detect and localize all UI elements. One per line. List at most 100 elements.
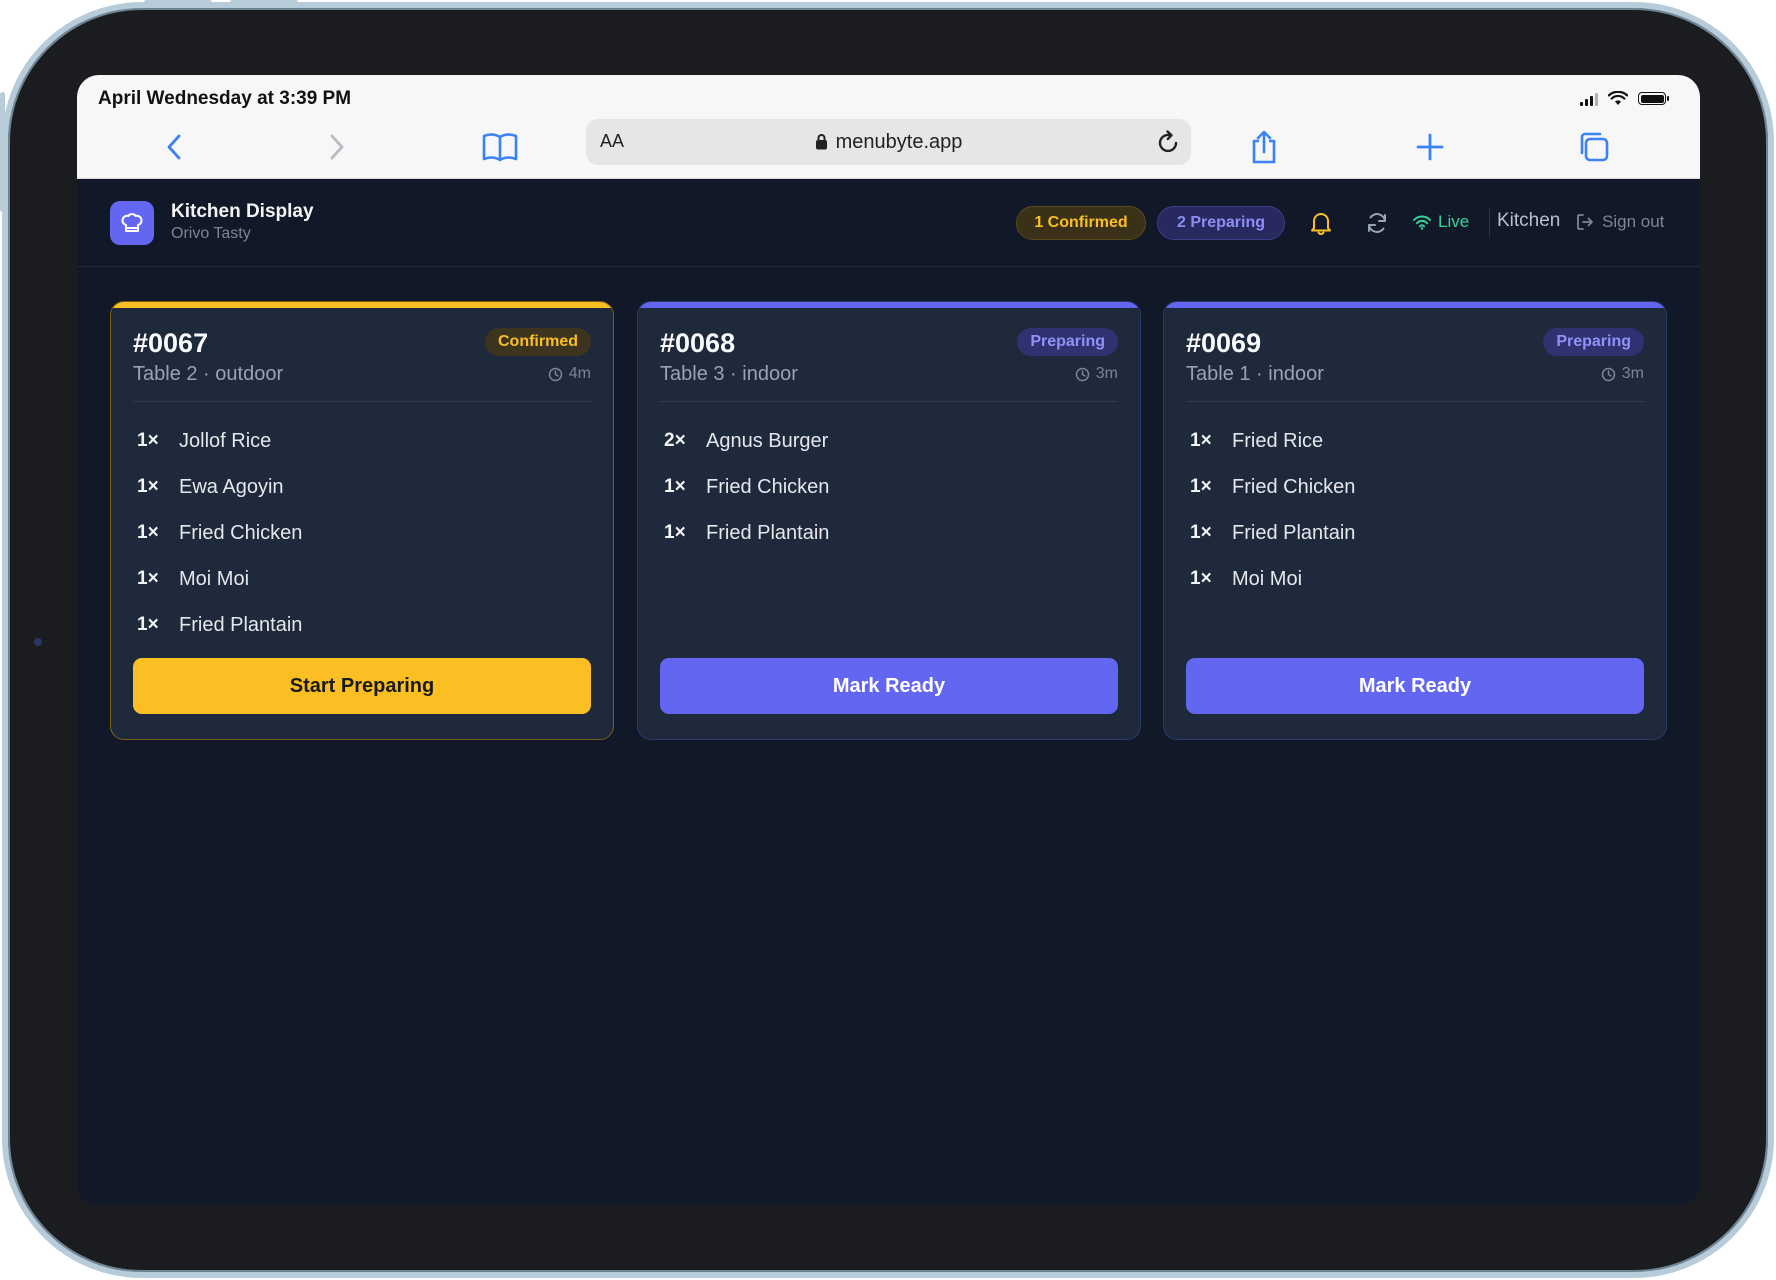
reload-icon[interactable] [1155, 129, 1181, 155]
chevron-right-icon [330, 134, 344, 160]
item-name: Moi Moi [179, 567, 250, 590]
confirmed-count-badge: 1 Confirmed [1016, 206, 1146, 240]
item-quantity: 1× [1190, 522, 1212, 543]
header-divider [1489, 209, 1490, 237]
address-bar[interactable]: AA menubyte.app [586, 119, 1191, 165]
item-name: Fried Chicken [179, 521, 303, 544]
order-card: #0067 Confirmed Table 2 · outdoor 4m 1× J… [110, 301, 614, 740]
station-label: Kitchen [1497, 210, 1561, 231]
mark-ready-button[interactable]: Mark Ready [1186, 658, 1644, 714]
item-name: Fried Plantain [706, 521, 830, 544]
volume-button [230, 0, 298, 5]
mark-ready-button[interactable]: Mark Ready [660, 658, 1118, 714]
url-display: menubyte.app [586, 131, 1191, 154]
order-item: 1× Moi Moi [1186, 556, 1644, 602]
item-name: Agnus Burger [706, 429, 829, 452]
new-tab-button[interactable] [1410, 127, 1450, 167]
order-item: 1× Jollof Rice [133, 418, 591, 464]
clock-icon [548, 367, 563, 381]
bell-icon[interactable] [1310, 211, 1332, 235]
divider [133, 401, 591, 402]
table-info: Table 3 · indoor [660, 363, 798, 385]
plus-icon [1416, 133, 1444, 161]
order-item: 1× Fried Chicken [133, 510, 591, 556]
live-label: Live [1438, 212, 1470, 231]
order-item: 1× Moi Moi [133, 556, 591, 602]
status-bar [1164, 302, 1666, 308]
status-bar-icons [1580, 91, 1669, 106]
live-status: Live [1412, 212, 1469, 232]
clock-icon [1601, 367, 1616, 381]
refresh-icon[interactable] [1365, 211, 1389, 235]
app-logo [110, 201, 154, 245]
clock-icon [1075, 367, 1090, 381]
share-icon [1252, 130, 1276, 164]
app-title: Kitchen Display [171, 201, 314, 222]
status-badge: Preparing [1543, 328, 1644, 356]
tabs-overview-button[interactable] [1574, 127, 1614, 167]
cellular-signal-icon [1580, 92, 1598, 106]
power-button [0, 92, 5, 212]
status-badge: Confirmed [485, 328, 591, 356]
item-quantity: 1× [1190, 430, 1212, 451]
item-quantity: 1× [137, 430, 159, 451]
item-quantity: 1× [1190, 476, 1212, 497]
book-icon [482, 133, 518, 162]
elapsed-time: 3m [1601, 365, 1644, 383]
order-number: #0067 [133, 328, 209, 358]
status-bar-time: April Wednesday at 3:39 PM [98, 88, 352, 109]
browser-toolbar: April Wednesday at 3:39 PM AA menubyte.a… [77, 75, 1700, 179]
order-item: 1× Ewa Agoyin [133, 464, 591, 510]
chevron-left-icon [167, 134, 181, 160]
forward-button[interactable] [317, 127, 357, 167]
item-name: Fried Chicken [706, 475, 830, 498]
order-number: #0068 [660, 328, 736, 358]
status-bar [111, 302, 613, 308]
volume-button [144, 0, 212, 5]
tabs-icon [1580, 132, 1609, 162]
chef-hat-icon [121, 213, 143, 232]
url-text: menubyte.app [835, 131, 963, 153]
table-info: Table 1 · indoor [1186, 363, 1324, 385]
order-item: 1× Fried Plantain [133, 602, 591, 648]
divider [1186, 401, 1644, 402]
start-preparing-button[interactable]: Start Preparing [133, 658, 591, 714]
sign-out-label: Sign out [1602, 212, 1665, 231]
item-name: Moi Moi [1232, 567, 1303, 590]
order-item: 1× Fried Plantain [1186, 510, 1644, 556]
order-card: #0068 Preparing Table 3 · indoor 3m 2× Ag… [637, 301, 1141, 740]
table-info: Table 2 · outdoor [133, 363, 284, 385]
wifi-icon [1413, 215, 1431, 230]
order-items: 1× Jollof Rice 1× Ewa Agoyin 1× Fried Chick… [133, 418, 591, 648]
order-number: #0069 [1186, 328, 1262, 358]
item-quantity: 1× [1190, 568, 1212, 589]
status-badge: Preparing [1017, 328, 1118, 356]
elapsed-label: 4m [568, 365, 591, 382]
share-button[interactable] [1244, 127, 1284, 167]
item-name: Fried Chicken [1232, 475, 1356, 498]
order-item: 1× Fried Chicken [660, 464, 1118, 510]
status-bar [638, 302, 1140, 308]
app-header: Kitchen Display Orivo Tasty 1 Confirmed … [77, 179, 1700, 267]
item-quantity: 1× [137, 476, 159, 497]
item-quantity: 1× [664, 476, 686, 497]
screen: April Wednesday at 3:39 PM AA menubyte.a… [77, 75, 1700, 1205]
order-item: 1× Fried Plantain [660, 510, 1118, 556]
item-name: Ewa Agoyin [179, 475, 284, 498]
divider [660, 401, 1118, 402]
back-button[interactable] [154, 127, 194, 167]
item-name: Fried Plantain [1232, 521, 1356, 544]
preparing-count-badge: 2 Preparing [1157, 206, 1285, 240]
item-name: Fried Plantain [179, 613, 303, 636]
item-quantity: 1× [137, 522, 159, 543]
order-item: 1× Fried Rice [1186, 418, 1644, 464]
wifi-icon [1608, 91, 1628, 105]
elapsed-label: 3m [1621, 365, 1644, 382]
bookmarks-button[interactable] [480, 127, 520, 167]
front-camera [34, 638, 42, 646]
sign-out-button[interactable]: Sign out [1576, 212, 1664, 232]
item-quantity: 2× [664, 430, 686, 451]
item-name: Jollof Rice [179, 429, 272, 452]
restaurant-name: Orivo Tasty [171, 225, 251, 242]
elapsed-time: 3m [1075, 365, 1118, 383]
